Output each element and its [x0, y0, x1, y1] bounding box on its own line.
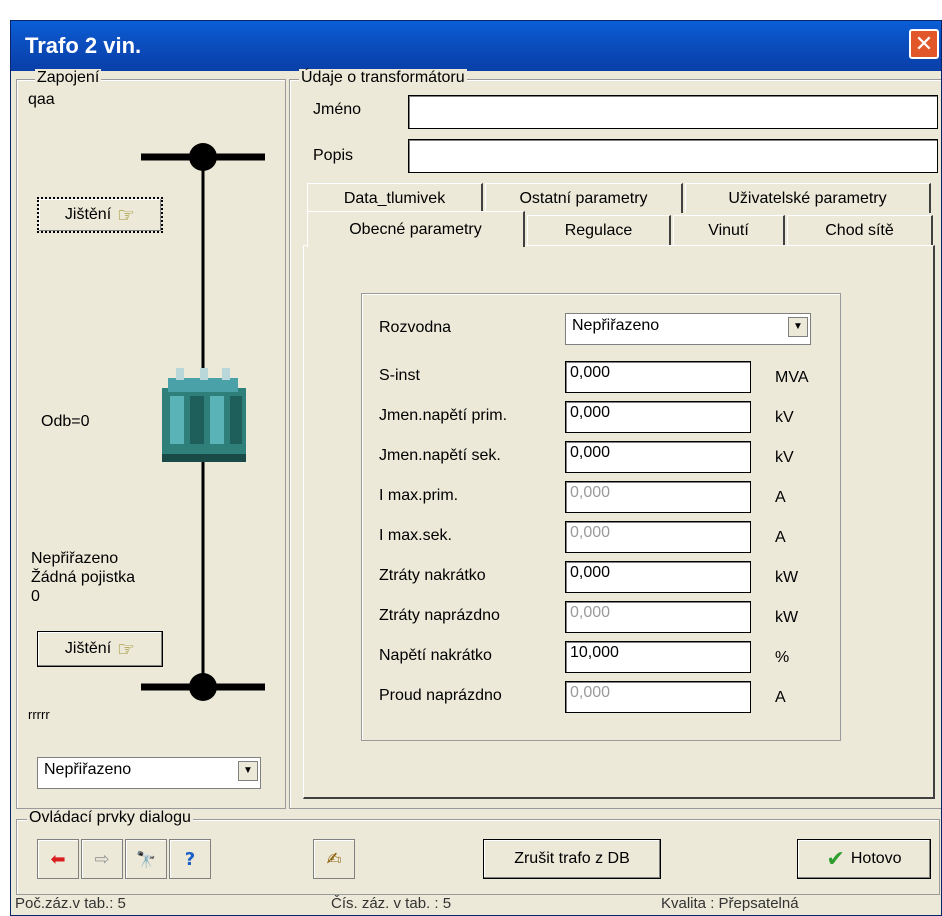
- info-window-icon: ?: [184, 848, 196, 870]
- param-label: Proud naprázdno: [379, 687, 502, 704]
- bottom-label: rrrrr: [28, 707, 50, 722]
- find-button[interactable]: 🔭: [125, 839, 167, 879]
- param-label: I max.prim.: [379, 487, 459, 504]
- status-record-number: Čís. záz. v tab. : 5: [331, 895, 452, 912]
- tab-obecne-parametry[interactable]: Obecné parametry: [307, 211, 525, 247]
- param-label: Jmen.napětí sek.: [379, 447, 501, 464]
- param-unit: A: [775, 529, 786, 546]
- title-bar[interactable]: Trafo 2 vin. ✕: [11, 21, 941, 71]
- param-field: 0,000: [565, 521, 751, 553]
- param-field: 0,000: [565, 601, 751, 633]
- param-field: 0,000: [565, 681, 751, 713]
- info-button[interactable]: ?: [169, 839, 211, 879]
- bottom-node: [189, 673, 217, 701]
- param-label: Ztráty nakrátko: [379, 567, 486, 584]
- odb-value: Odb=0: [41, 413, 90, 430]
- param-label: I max.sek.: [379, 527, 452, 544]
- status-record-count: Poč.záz.v tab.: 5: [15, 895, 126, 912]
- param-unit: kW: [775, 569, 799, 586]
- jisteni-bottom-label: Jištění: [64, 640, 112, 657]
- hand-pointer-icon: ☞: [117, 637, 136, 661]
- zapojeni-legend: Zapojení: [35, 69, 102, 87]
- connection-select-value: Nepřiřazeno: [44, 761, 132, 778]
- window-title: Trafo 2 vin.: [25, 33, 142, 58]
- param-unit: kW: [775, 609, 799, 626]
- jmeno-field[interactable]: [408, 95, 938, 129]
- popis-label: Popis: [313, 147, 354, 164]
- rozvodna-select-value: Nepřiřazeno: [572, 317, 660, 334]
- param-label: S-inst: [379, 367, 420, 384]
- tab-chod-site[interactable]: Chod sítě: [787, 215, 933, 245]
- udaje-legend: Údaje o transformátoru: [299, 69, 467, 87]
- delete-from-db-label: Zrušit trafo z DB: [514, 850, 630, 867]
- connection-name: qaa: [28, 91, 55, 108]
- tab-data-tlumivek[interactable]: Data_tlumivek: [307, 183, 483, 213]
- done-label: Hotovo: [850, 850, 902, 867]
- chevron-down-icon[interactable]: ▼: [238, 761, 258, 781]
- binoculars-icon: 🔭: [136, 849, 156, 869]
- previous-record-button[interactable]: ⬅: [37, 839, 79, 879]
- arrow-left-icon: ⬅: [50, 848, 66, 870]
- tab-ostatni-parametry[interactable]: Ostatní parametry: [485, 183, 683, 213]
- param-field[interactable]: 0,000: [565, 561, 751, 593]
- protection-status: Nepřiřazeno Žádná pojistka 0: [31, 549, 135, 606]
- jmeno-label: Jméno: [313, 101, 362, 118]
- chevron-down-icon[interactable]: ▼: [788, 317, 808, 337]
- param-unit: MVA: [775, 369, 809, 386]
- param-unit: %: [775, 649, 790, 666]
- status-quality: Kvalita : Přepsatelná: [661, 895, 799, 912]
- param-unit: A: [775, 689, 786, 706]
- next-record-button[interactable]: ⇨: [81, 839, 123, 879]
- tab-vinuti[interactable]: Vinutí: [673, 215, 785, 245]
- param-label: Napětí nakrátko: [379, 647, 492, 664]
- tab-uzivatelske-parametry[interactable]: Uživatelské parametry: [685, 183, 931, 213]
- edit-pen-icon: ✍: [326, 848, 342, 870]
- status-line-2: Žádná pojistka: [31, 569, 136, 586]
- delete-from-db-button[interactable]: Zrušit trafo z DB: [483, 839, 661, 879]
- param-field[interactable]: 10,000: [565, 641, 751, 673]
- done-button[interactable]: ✔ Hotovo: [797, 839, 931, 879]
- param-label: Jmen.napětí prim.: [379, 407, 508, 424]
- jisteni-top-label: Jištění: [64, 206, 112, 223]
- status-line-1: Nepřiřazeno: [31, 550, 119, 567]
- param-label: Ztráty naprázdno: [379, 607, 500, 624]
- param-unit: kV: [775, 449, 794, 466]
- transformer-icon: [156, 366, 252, 466]
- popis-field[interactable]: [408, 139, 938, 173]
- dialog-window: Trafo 2 vin. ✕ Zapojení qaa Jištění ☞ Od…: [10, 20, 942, 916]
- status-line-3: 0: [31, 588, 40, 605]
- controls-legend: Ovládací prvky dialogu: [27, 809, 193, 827]
- check-icon: ✔: [826, 846, 845, 872]
- hand-pointer-icon: ☞: [117, 203, 136, 227]
- param-field[interactable]: 0,000: [565, 441, 751, 473]
- connection-select[interactable]: Nepřiřazeno ▼: [37, 757, 261, 789]
- param-field: 0,000: [565, 481, 751, 513]
- rozvodna-label: Rozvodna: [379, 319, 452, 336]
- tab-regulace[interactable]: Regulace: [527, 215, 671, 245]
- close-icon[interactable]: ✕: [909, 29, 939, 59]
- param-unit: kV: [775, 409, 794, 426]
- param-field[interactable]: 0,000: [565, 361, 751, 393]
- param-unit: A: [775, 489, 786, 506]
- edit-button[interactable]: ✍: [313, 839, 355, 879]
- jisteni-top-button[interactable]: Jištění ☞: [37, 197, 163, 233]
- rozvodna-select[interactable]: Nepřiřazeno ▼: [565, 313, 811, 345]
- param-field[interactable]: 0,000: [565, 401, 751, 433]
- jisteni-bottom-button[interactable]: Jištění ☞: [37, 631, 163, 667]
- arrow-right-icon: ⇨: [94, 848, 110, 870]
